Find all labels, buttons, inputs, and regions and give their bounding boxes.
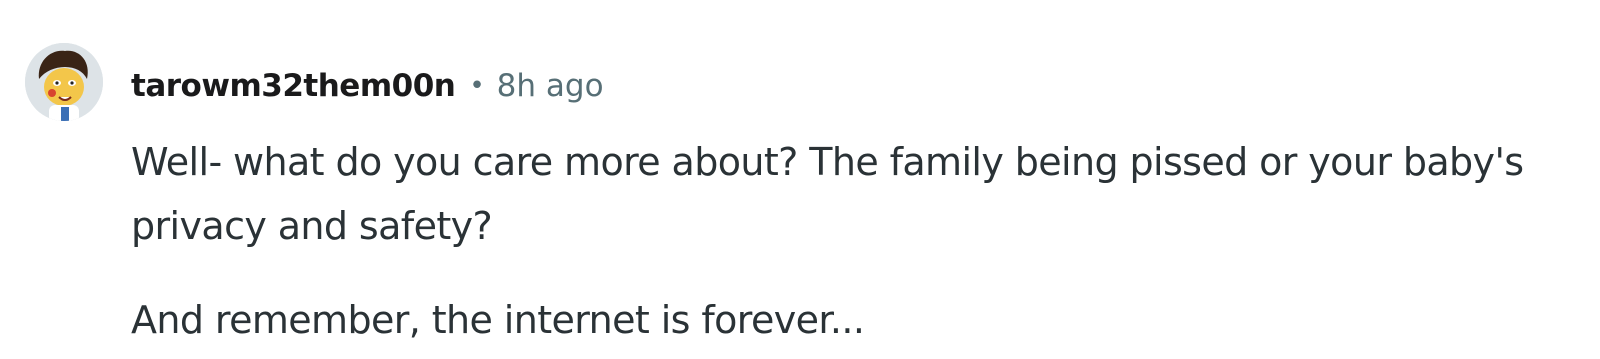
comment-paragraph: Well- what do you care more about? The f… <box>131 140 1524 248</box>
user-avatar-icon[interactable] <box>25 43 103 121</box>
comment: tarowm32them00n • 8h ago Well- what do y… <box>0 0 1600 359</box>
timestamp[interactable]: 8h ago <box>497 68 604 104</box>
comment-header: tarowm32them00n • 8h ago <box>131 62 604 110</box>
username-link[interactable]: tarowm32them00n <box>131 68 456 104</box>
separator-dot: • <box>469 71 485 101</box>
comment-paragraph: And remember, the internet is forever... <box>131 298 865 342</box>
comment-body: Well- what do you care more about? The f… <box>131 130 1571 352</box>
